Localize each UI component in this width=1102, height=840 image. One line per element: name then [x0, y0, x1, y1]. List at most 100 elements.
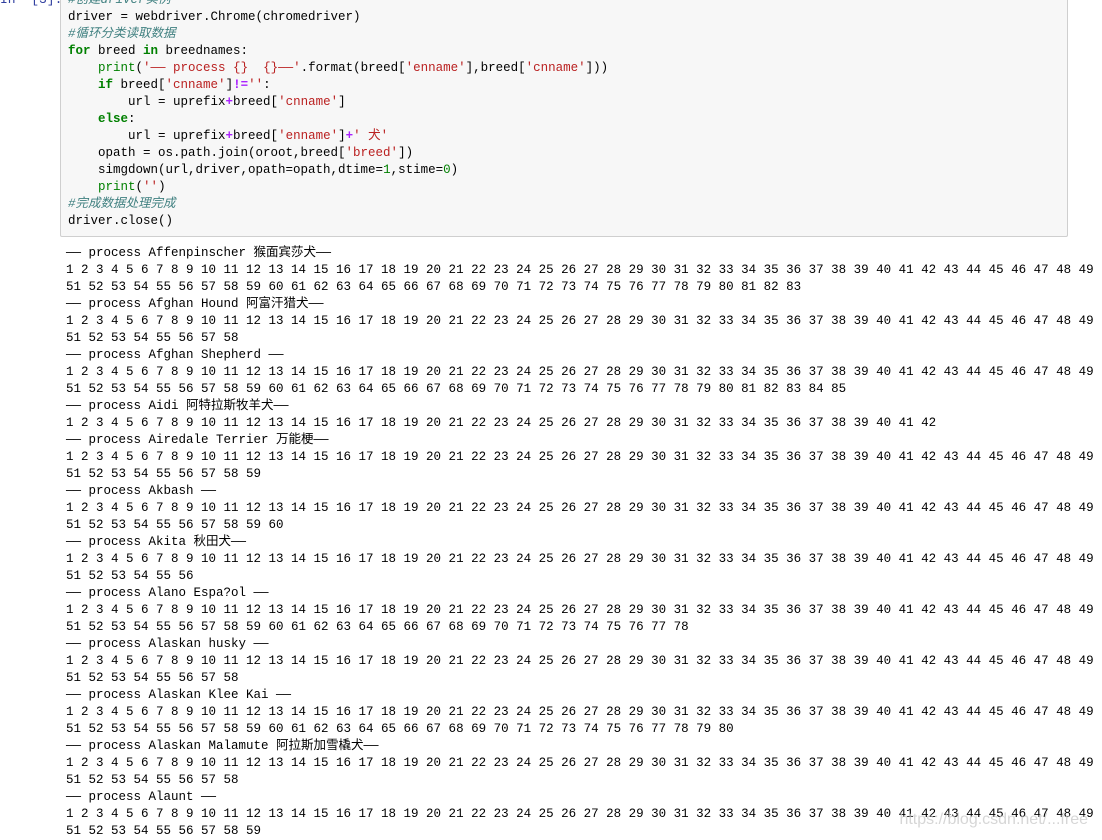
code-token: print [98, 180, 136, 194]
output-line: —— process Airedale Terrier 万能梗—— [66, 433, 329, 447]
code-token: ) [450, 163, 459, 177]
code-token: ' 犬' [353, 129, 389, 143]
code-token: print [98, 61, 136, 75]
output-line: —— process Alano Espa?ol —— [66, 586, 269, 600]
code-token: + [345, 129, 354, 143]
code-token: url = uprefix [68, 95, 226, 109]
code-token: ( [135, 61, 144, 75]
output-text: —— process Affenpinscher 猴面宾莎犬—— 1 2 3 4 … [66, 245, 1102, 840]
output-line: 1 2 3 4 5 6 7 8 9 10 11 12 13 14 15 16 1… [66, 365, 1102, 379]
code-token: ])) [585, 61, 609, 75]
cell-output: —— process Affenpinscher 猴面宾莎犬—— 1 2 3 4 … [66, 245, 1102, 840]
output-line: 51 52 53 54 55 56 57 58 [66, 331, 239, 345]
output-line: 1 2 3 4 5 6 7 8 9 10 11 12 13 14 15 16 1… [66, 314, 1102, 328]
output-line: 1 2 3 4 5 6 7 8 9 10 11 12 13 14 15 16 1… [66, 552, 1102, 566]
code-line: url = uprefix+breed['enname']+' 犬' [68, 128, 608, 145]
code-token: ] [338, 95, 346, 109]
output-line: —— process Afghan Shepherd —— [66, 348, 284, 362]
output-line: 51 52 53 54 55 56 57 58 59 60 61 62 63 6… [66, 722, 734, 736]
code-line: simgdown(url,driver,opath=opath,dtime=1,… [68, 162, 608, 179]
code-token: opath = os.path.join(oroot,breed[ [68, 146, 346, 160]
code-token: ],breed[ [465, 61, 526, 75]
output-line: 1 2 3 4 5 6 7 8 9 10 11 12 13 14 15 16 1… [66, 756, 1102, 770]
code-token: breed[ [233, 95, 279, 109]
code-token: + [225, 95, 234, 109]
code-token: '' [143, 180, 159, 194]
code-token: 'cnname' [278, 95, 339, 109]
code-token: ] [225, 78, 234, 92]
scrollbar-edge [1096, 0, 1102, 839]
code-line: print('') [68, 179, 608, 196]
code-token: + [225, 129, 234, 143]
output-line: —— process Alaunt —— [66, 790, 217, 804]
output-line: —— process Afghan Hound 阿富汗猎犬—— [66, 297, 324, 311]
code-token: breed[ [233, 129, 279, 143]
code-token: != [233, 78, 249, 92]
output-line: —— process Aidi 阿特拉斯牧羊犬—— [66, 399, 289, 413]
output-line: 1 2 3 4 5 6 7 8 9 10 11 12 13 14 15 16 1… [66, 705, 1102, 719]
code-line: #创建driver实例 [68, 0, 608, 9]
code-line: else: [68, 111, 608, 128]
code-line: if breed['cnname']!='': [68, 77, 608, 94]
output-line: 1 2 3 4 5 6 7 8 9 10 11 12 13 14 15 16 1… [66, 263, 1102, 277]
code-line: print('—— process {} {}——'.format(breed[… [68, 60, 608, 77]
code-line: #完成数据处理完成 [68, 196, 608, 213]
code-token: ] [338, 129, 346, 143]
output-line: 51 52 53 54 55 56 57 58 59 [66, 467, 262, 481]
output-line: 51 52 53 54 55 56 57 58 59 60 [66, 518, 284, 532]
watermark: https://blog.csdn.net/...free [899, 811, 1088, 828]
code-token: 'breed' [345, 146, 399, 160]
code-token: driver = webdriver.Chrome(chromedriver) [68, 10, 361, 24]
code-line: driver = webdriver.Chrome(chromedriver) [68, 9, 608, 26]
output-line: 51 52 53 54 55 56 57 58 [66, 671, 239, 685]
code-token: 'enname' [405, 61, 466, 75]
code-token: simgdown(url,driver,opath=opath,dtime= [68, 163, 384, 177]
code-token: breed [90, 44, 144, 58]
output-line: 51 52 53 54 55 56 [66, 569, 194, 583]
code-token: 1 [383, 163, 391, 177]
code-line: for breed in breednames: [68, 43, 608, 60]
code-token: : [263, 78, 271, 92]
output-line: 1 2 3 4 5 6 7 8 9 10 11 12 13 14 15 16 1… [66, 603, 1102, 617]
output-line: 51 52 53 54 55 56 57 58 59 60 61 62 63 6… [66, 382, 847, 396]
code-token: .format(breed[ [300, 61, 406, 75]
code-editor[interactable]: #创建driver实例 driver = webdriver.Chrome(chr… [68, 0, 608, 230]
code-token: 'enname' [278, 129, 339, 143]
code-token: breed[ [113, 78, 166, 92]
code-token: #创建driver实例 [68, 0, 171, 7]
code-token: url = uprefix [68, 129, 226, 143]
code-token: '' [248, 78, 264, 92]
code-token: in [143, 44, 159, 58]
output-line: 51 52 53 54 55 56 57 58 [66, 773, 239, 787]
code-line: opath = os.path.join(oroot,breed['breed'… [68, 145, 608, 162]
code-cell-input[interactable]: #创建driver实例 driver = webdriver.Chrome(chr… [60, 0, 1068, 237]
code-token: ,stime= [390, 163, 444, 177]
code-token: 'cnname' [165, 78, 226, 92]
code-token: 0 [443, 163, 451, 177]
code-token: ( [135, 180, 144, 194]
cell-prompt: In [3]: [0, 0, 62, 8]
output-line: —— process Akbash —— [66, 484, 217, 498]
code-token: #完成数据处理完成 [68, 197, 176, 211]
output-line: —— process Alaskan husky —— [66, 637, 269, 651]
code-line: #循环分类读取数据 [68, 26, 608, 43]
code-token: ) [158, 180, 166, 194]
code-token: '—— process {} {}——' [143, 61, 301, 75]
output-line: 1 2 3 4 5 6 7 8 9 10 11 12 13 14 15 16 1… [66, 416, 937, 430]
output-line: 51 52 53 54 55 56 57 58 59 60 61 62 63 6… [66, 620, 689, 634]
output-line: 51 52 53 54 55 56 57 58 59 60 61 62 63 6… [66, 280, 802, 294]
code-token: for [68, 44, 91, 58]
code-token: breednames: [158, 44, 249, 58]
output-line: —— process Affenpinscher 猴面宾莎犬—— [66, 246, 332, 260]
code-line: driver.close() [68, 213, 608, 230]
code-token: driver.close() [68, 214, 174, 228]
code-token: 'cnname' [525, 61, 586, 75]
output-line: —— process Akita 秋田犬—— [66, 535, 247, 549]
output-line: —— process Alaskan Malamute 阿拉斯加雪橇犬—— [66, 739, 379, 753]
output-line: —— process Alaskan Klee Kai —— [66, 688, 292, 702]
code-token: #循环分类读取数据 [68, 27, 176, 41]
